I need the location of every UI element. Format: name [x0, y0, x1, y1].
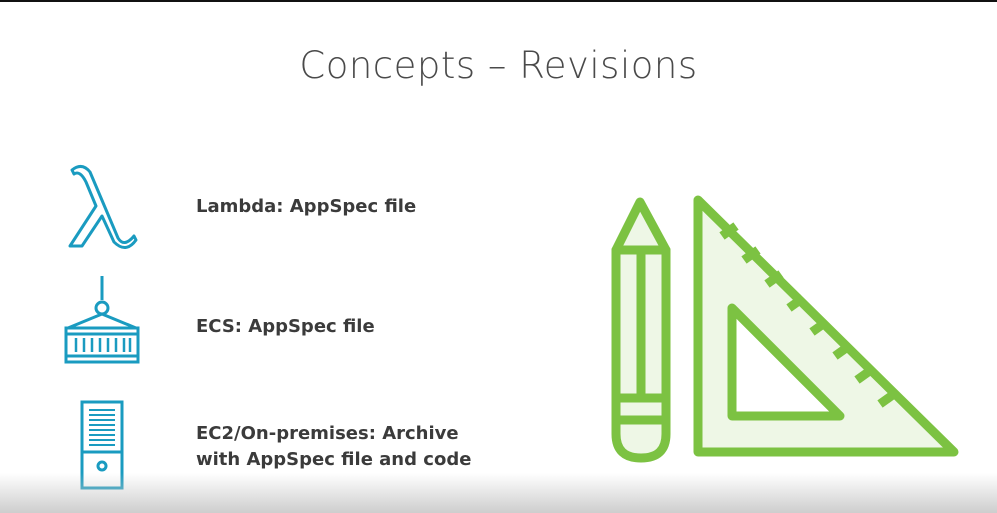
slide-title: Concepts – Revisions — [299, 44, 698, 87]
ecs-label: ECS: AppSpec file — [196, 316, 375, 337]
ec2-label: EC2/On-premises: Archive with AppSpec fi… — [196, 421, 471, 473]
pencil-and-set-square-icon — [611, 195, 959, 463]
ec2-label-line1: EC2/On-premises: Archive — [196, 423, 459, 444]
ec2-label-line2: with AppSpec file and code — [196, 449, 472, 470]
lambda-icon — [68, 165, 138, 249]
bottom-fade — [0, 473, 997, 513]
top-border — [0, 0, 997, 2]
lambda-label: Lambda: AppSpec file — [196, 196, 417, 217]
pencil-icon — [611, 197, 671, 463]
container-icon — [64, 276, 140, 364]
